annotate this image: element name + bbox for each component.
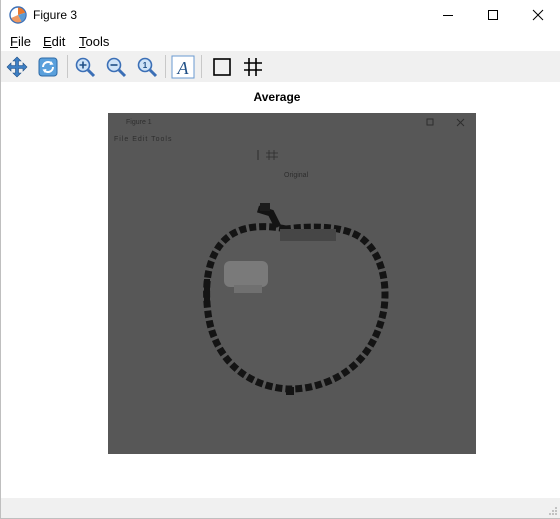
menu-edit[interactable]: Edit	[43, 34, 65, 49]
minimize-icon	[443, 15, 453, 16]
apple-leaf	[260, 203, 270, 211]
zoom-fit-icon: 1	[137, 57, 158, 78]
pan-icon	[6, 56, 28, 78]
toolbar: 1 A	[1, 51, 560, 82]
menu-bar: File Edit Tools	[1, 31, 560, 51]
reset-icon	[38, 57, 58, 77]
menu-file-rest: ile	[17, 34, 31, 49]
pan-button[interactable]	[4, 54, 30, 80]
window-title: Figure 3	[33, 8, 78, 22]
grid-button[interactable]	[240, 54, 266, 80]
maximize-icon	[488, 10, 498, 20]
close-button[interactable]	[515, 0, 560, 30]
apple-left-edge	[204, 279, 210, 305]
zoom-out-button[interactable]	[103, 54, 129, 80]
menu-edit-rest: dit	[51, 34, 66, 49]
averaged-image: Figure 1 File Edit Tools Original	[108, 113, 476, 454]
svg-text:1: 1	[143, 61, 148, 70]
toolbar-separator	[201, 55, 202, 78]
maximize-button[interactable]	[470, 0, 516, 30]
toolbar-separator	[67, 55, 68, 78]
toolbar-separator	[165, 55, 166, 78]
apple-highlight	[234, 285, 262, 293]
zoom-out-icon	[106, 57, 127, 78]
frame-button[interactable]	[209, 54, 235, 80]
zoom-in-icon	[75, 57, 96, 78]
apple-highlight	[224, 261, 268, 287]
apple-image	[203, 203, 389, 395]
plot-title: Average	[253, 90, 301, 104]
apple-top-shade	[280, 229, 336, 241]
frame-icon	[213, 58, 231, 76]
axes-font-icon: A	[171, 55, 195, 79]
title-bar[interactable]: Figure 3	[1, 0, 560, 31]
close-icon	[532, 9, 544, 21]
zoom-in-button[interactable]	[72, 54, 98, 80]
grid-icon	[244, 58, 262, 76]
menu-edit-mnemonic: E	[43, 34, 52, 49]
axes-font-button[interactable]: A	[170, 54, 196, 80]
apple-body	[203, 223, 389, 393]
resize-grip-icon[interactable]	[548, 506, 558, 516]
minimize-button[interactable]	[425, 0, 471, 30]
reset-button[interactable]	[35, 54, 61, 80]
menu-file[interactable]: File	[10, 34, 31, 49]
apple-bottom-tip	[286, 387, 294, 395]
status-bar	[1, 498, 560, 518]
menu-tools-rest: ools	[85, 34, 110, 49]
figure-window: Figure 3 File Edit Tools 1 A Average Fig…	[0, 0, 560, 519]
svg-text:A: A	[177, 58, 190, 78]
menu-tools[interactable]: Tools	[79, 34, 109, 49]
zoom-fit-button[interactable]: 1	[134, 54, 160, 80]
menu-file-mnemonic: F	[10, 34, 18, 49]
matplotlib-icon	[9, 6, 27, 24]
